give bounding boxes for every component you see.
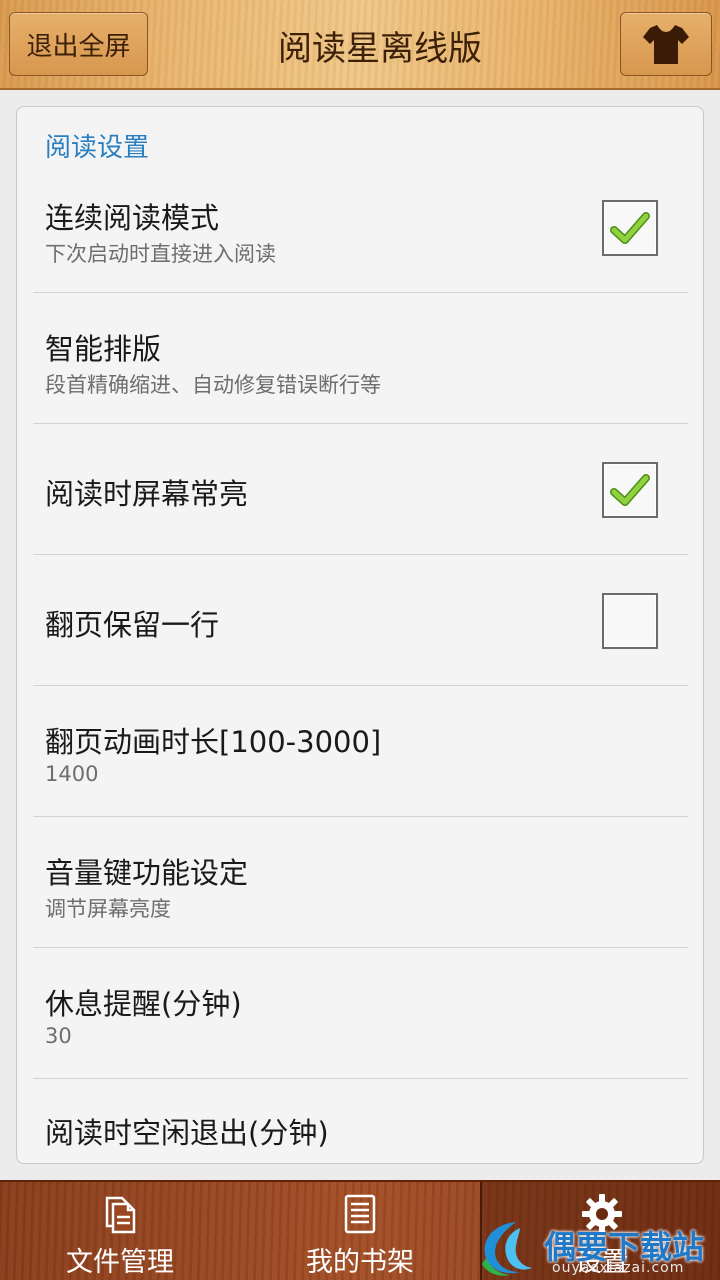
watermark-url: ouyaoxiazai.com bbox=[552, 1260, 685, 1276]
setting-value: 30 bbox=[45, 1024, 72, 1048]
nav-label: 文件管理 bbox=[66, 1247, 174, 1278]
setting-value: 调节屏幕亮度 bbox=[45, 897, 171, 921]
setting-value: 1400 bbox=[45, 762, 99, 786]
keep-one-line-checkbox[interactable] bbox=[602, 593, 658, 649]
app-title: 阅读星离线版 bbox=[278, 28, 482, 69]
nav-file-manager[interactable]: 文件管理 bbox=[0, 1182, 240, 1280]
setting-title: 连续阅读模式 bbox=[45, 201, 220, 235]
section-title: 阅读设置 bbox=[45, 133, 150, 163]
file-manage-icon bbox=[105, 1196, 136, 1234]
setting-title: 阅读时空闲退出(分钟) bbox=[45, 1116, 329, 1150]
setting-rest-reminder[interactable]: 休息提醒(分钟) 30 bbox=[33, 948, 688, 1079]
setting-title: 音量键功能设定 bbox=[45, 856, 249, 890]
settings-card: 阅读设置 连续阅读模式 下次启动时直接进入阅读 智能排版 段首精确缩进、自动修复… bbox=[16, 106, 704, 1164]
check-icon bbox=[610, 212, 650, 244]
nav-bookshelf[interactable]: 我的书架 bbox=[240, 1182, 480, 1280]
setting-title: 休息提醒(分钟) bbox=[45, 987, 242, 1021]
setting-volume-key-function[interactable]: 音量键功能设定 调节屏幕亮度 bbox=[33, 817, 688, 948]
setting-title: 翻页动画时长[100-3000] bbox=[45, 725, 382, 759]
check-icon bbox=[610, 474, 650, 506]
setting-title: 阅读时屏幕常亮 bbox=[45, 477, 249, 511]
theme-skin-button[interactable] bbox=[620, 12, 712, 76]
setting-subtitle: 下次启动时直接进入阅读 bbox=[45, 242, 276, 266]
setting-title: 翻页保留一行 bbox=[45, 608, 220, 642]
setting-page-animation-duration[interactable]: 翻页动画时长[100-3000] 1400 bbox=[33, 686, 688, 817]
setting-screen-always-on[interactable]: 阅读时屏幕常亮 bbox=[33, 424, 688, 555]
setting-subtitle: 段首精确缩进、自动修复错误断行等 bbox=[45, 373, 381, 397]
bookshelf-icon bbox=[344, 1194, 376, 1234]
title-bar: 退出全屏 阅读星离线版 bbox=[0, 0, 720, 90]
setting-idle-exit[interactable]: 阅读时空闲退出(分钟) bbox=[33, 1079, 688, 1163]
setting-title: 智能排版 bbox=[45, 332, 162, 366]
exit-fullscreen-label: 退出全屏 bbox=[26, 31, 131, 62]
watermark-logo-icon bbox=[482, 1222, 532, 1276]
setting-smart-typesetting[interactable]: 智能排版 段首精确缩进、自动修复错误断行等 bbox=[33, 293, 688, 424]
tshirt-icon bbox=[643, 25, 689, 64]
setting-keep-one-line[interactable]: 翻页保留一行 bbox=[33, 555, 688, 686]
nav-label: 我的书架 bbox=[306, 1247, 414, 1278]
setting-continuous-reading[interactable]: 连续阅读模式 下次启动时直接进入阅读 bbox=[33, 162, 688, 293]
screen-always-on-checkbox[interactable] bbox=[602, 462, 658, 518]
exit-fullscreen-button[interactable]: 退出全屏 bbox=[9, 12, 148, 76]
continuous-reading-checkbox[interactable] bbox=[602, 200, 658, 256]
